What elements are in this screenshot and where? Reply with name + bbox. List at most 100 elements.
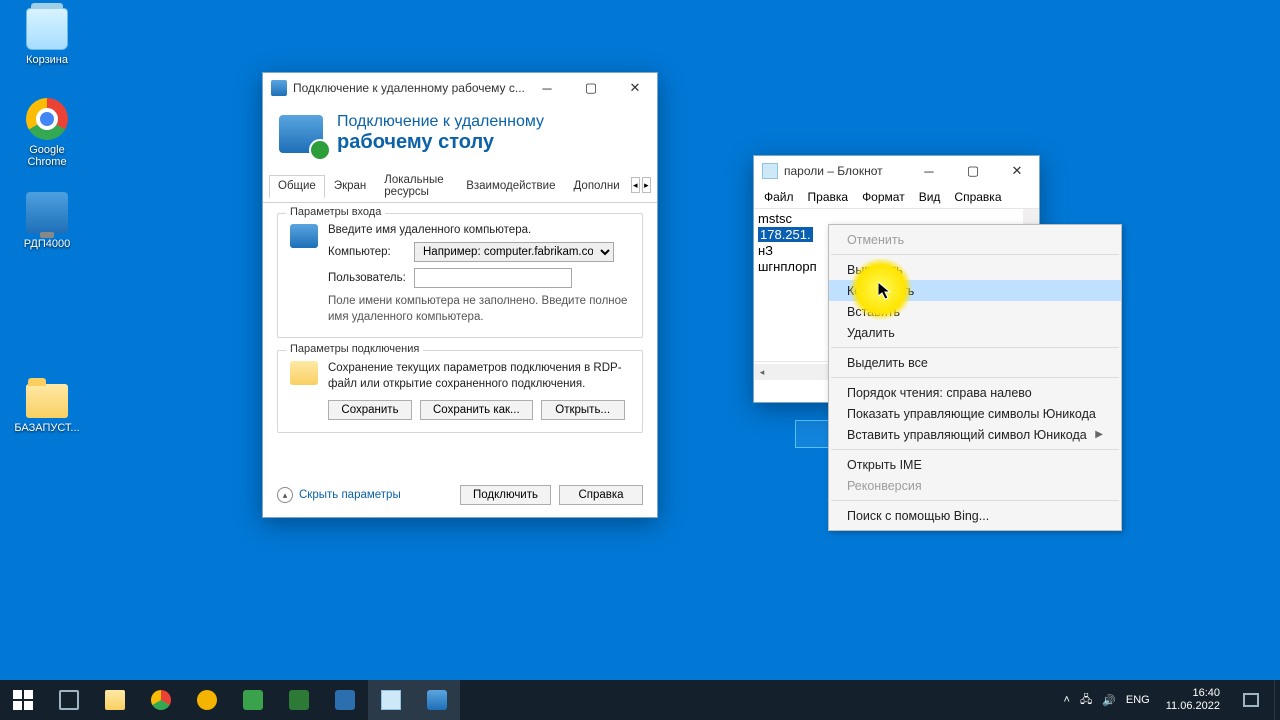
save-button[interactable]: Сохранить xyxy=(328,400,412,420)
windows-icon xyxy=(13,690,33,710)
task-view-button[interactable] xyxy=(46,680,92,720)
ctx-show-unicode[interactable]: Показать управляющие символы Юникода xyxy=(829,403,1121,424)
clock-date: 11.06.2022 xyxy=(1166,700,1220,713)
menu-help[interactable]: Справка xyxy=(948,188,1007,206)
notepad-title: пароли – Блокнот xyxy=(784,164,907,178)
open-button[interactable]: Открыть... xyxy=(541,400,625,420)
recycle-bin-icon xyxy=(26,8,68,50)
taskbar-app-chrome[interactable] xyxy=(138,680,184,720)
login-hint: Введите имя удаленного компьютера. xyxy=(328,224,630,236)
rdp-window[interactable]: Подключение к удаленному рабочему с... ─… xyxy=(262,72,658,518)
maximize-button[interactable]: ▢ xyxy=(951,156,995,186)
desktop-icon-label: БАЗАПУСТ... xyxy=(12,422,82,434)
taskbar-app-1c[interactable] xyxy=(184,680,230,720)
taskbar-app-notepad[interactable] xyxy=(368,680,414,720)
action-center-button[interactable] xyxy=(1228,680,1274,720)
tray-chevron-up-icon[interactable]: ˄ xyxy=(1064,694,1070,706)
group-connection: Параметры подключения Сохранение текущих… xyxy=(277,350,643,433)
tab-advanced[interactable]: Дополни xyxy=(565,175,629,197)
folder-icon xyxy=(26,384,68,418)
rdp-tabs: Общие Экран Локальные ресурсы Взаимодейс… xyxy=(263,168,657,203)
ctx-reconvert[interactable]: Реконверсия xyxy=(829,475,1121,496)
tray-volume-icon[interactable]: 🔊 xyxy=(1102,694,1116,707)
user-label: Пользователь: xyxy=(328,272,406,284)
notepad-menubar: Файл Правка Формат Вид Справка xyxy=(754,186,1039,209)
ctx-open-ime[interactable]: Открыть IME xyxy=(829,454,1121,475)
context-menu[interactable]: Отменить Вырезать Копировать Вставить Уд… xyxy=(828,224,1122,531)
taskbar-clock[interactable]: 16:40 11.06.2022 xyxy=(1158,687,1228,712)
desktop-icon-rdp4000[interactable]: РДП4000 xyxy=(12,192,82,250)
menu-edit[interactable]: Правка xyxy=(802,188,855,206)
desktop-icon-folder[interactable]: БАЗАПУСТ... xyxy=(12,378,82,434)
rdp-titlebar[interactable]: Подключение к удаленному рабочему с... ─… xyxy=(263,73,657,103)
tabs-scroll-right[interactable]: ▸ xyxy=(642,177,651,193)
save-as-button[interactable]: Сохранить как... xyxy=(420,400,533,420)
desktop-icon-chrome[interactable]: Google Chrome xyxy=(12,98,82,168)
folder-icon xyxy=(290,361,318,385)
system-tray[interactable]: ˄ 🖧 🔊 ENG xyxy=(1056,691,1158,710)
group-connection-legend: Параметры подключения xyxy=(286,343,423,355)
app-icon xyxy=(289,690,309,710)
taskbar-app-blue[interactable] xyxy=(322,680,368,720)
folder-icon xyxy=(105,690,125,710)
show-desktop-button[interactable] xyxy=(1274,680,1280,720)
taskbar-app-rdp[interactable] xyxy=(414,680,460,720)
chevron-right-icon: ▶ xyxy=(1095,429,1103,440)
ctx-select-all[interactable]: Выделить все xyxy=(829,352,1121,373)
minimize-button[interactable]: ─ xyxy=(907,156,951,186)
menu-view[interactable]: Вид xyxy=(913,188,947,206)
ctx-undo[interactable]: Отменить xyxy=(829,229,1121,250)
start-button[interactable] xyxy=(0,680,46,720)
rdp-title: Подключение к удаленному рабочему с... xyxy=(293,81,525,95)
clock-time: 16:40 xyxy=(1166,687,1220,700)
notepad-app-icon xyxy=(762,163,778,179)
computer-field[interactable]: Например: computer.fabrikam.com xyxy=(414,242,614,262)
menu-file[interactable]: Файл xyxy=(758,188,800,206)
rdp-header-line1: Подключение к удаленному xyxy=(337,113,544,131)
tab-general[interactable]: Общие xyxy=(269,175,325,198)
ctx-delete[interactable]: Удалить xyxy=(829,322,1121,343)
tab-display[interactable]: Экран xyxy=(325,175,375,197)
menu-format[interactable]: Формат xyxy=(856,188,911,206)
task-view-icon xyxy=(59,690,79,710)
desktop-icon-recycle-bin[interactable]: Корзина xyxy=(12,8,82,66)
notepad-titlebar[interactable]: пароли – Блокнот ─ ▢ ✕ xyxy=(754,156,1039,186)
ctx-rtl[interactable]: Порядок чтения: справа налево xyxy=(829,382,1121,403)
taskbar-app-explorer[interactable] xyxy=(92,680,138,720)
rdp-header-line2: рабочему столу xyxy=(337,131,544,154)
connect-button[interactable]: Подключить xyxy=(460,485,551,505)
close-button[interactable]: ✕ xyxy=(613,73,657,103)
monitor-icon xyxy=(427,690,447,710)
tray-network-icon[interactable]: 🖧 xyxy=(1080,691,1092,710)
ctx-cut[interactable]: Вырезать xyxy=(829,259,1121,280)
desktop-icon-label: Корзина xyxy=(12,54,82,66)
maximize-button[interactable]: ▢ xyxy=(569,73,613,103)
computer-icon xyxy=(290,224,318,248)
user-field[interactable] xyxy=(414,268,572,288)
ctx-paste[interactable]: Вставить xyxy=(829,301,1121,322)
tabs-scroll-left[interactable]: ◂ xyxy=(631,177,640,193)
ctx-insert-unicode[interactable]: Вставить управляющий символ Юникода▶ xyxy=(829,424,1121,445)
tab-experience[interactable]: Взаимодействие xyxy=(457,175,564,197)
help-button[interactable]: Справка xyxy=(559,485,643,505)
close-button[interactable]: ✕ xyxy=(995,156,1039,186)
scroll-left-icon[interactable]: ◂ xyxy=(754,364,770,380)
separator xyxy=(831,254,1119,255)
ctx-copy[interactable]: Копировать xyxy=(829,280,1121,301)
separator xyxy=(831,347,1119,348)
taskbar-app-green1[interactable] xyxy=(230,680,276,720)
taskbar-app-green2[interactable] xyxy=(276,680,322,720)
one-c-icon xyxy=(197,690,217,710)
ctx-bing-search[interactable]: Поиск с помощью Bing... xyxy=(829,505,1121,526)
desktop-icon-label: Google Chrome xyxy=(12,144,82,168)
app-icon xyxy=(335,690,355,710)
minimize-button[interactable]: ─ xyxy=(525,73,569,103)
tray-language[interactable]: ENG xyxy=(1126,694,1150,706)
tab-local-resources[interactable]: Локальные ресурсы xyxy=(375,169,457,203)
app-icon xyxy=(243,690,263,710)
chevron-up-icon: ▴ xyxy=(277,487,293,503)
taskbar[interactable]: ˄ 🖧 🔊 ENG 16:40 11.06.2022 xyxy=(0,680,1280,720)
hide-options-link[interactable]: ▴ Скрыть параметры xyxy=(277,487,401,503)
notification-icon xyxy=(1243,693,1259,707)
group-login-legend: Параметры входа xyxy=(286,206,385,218)
